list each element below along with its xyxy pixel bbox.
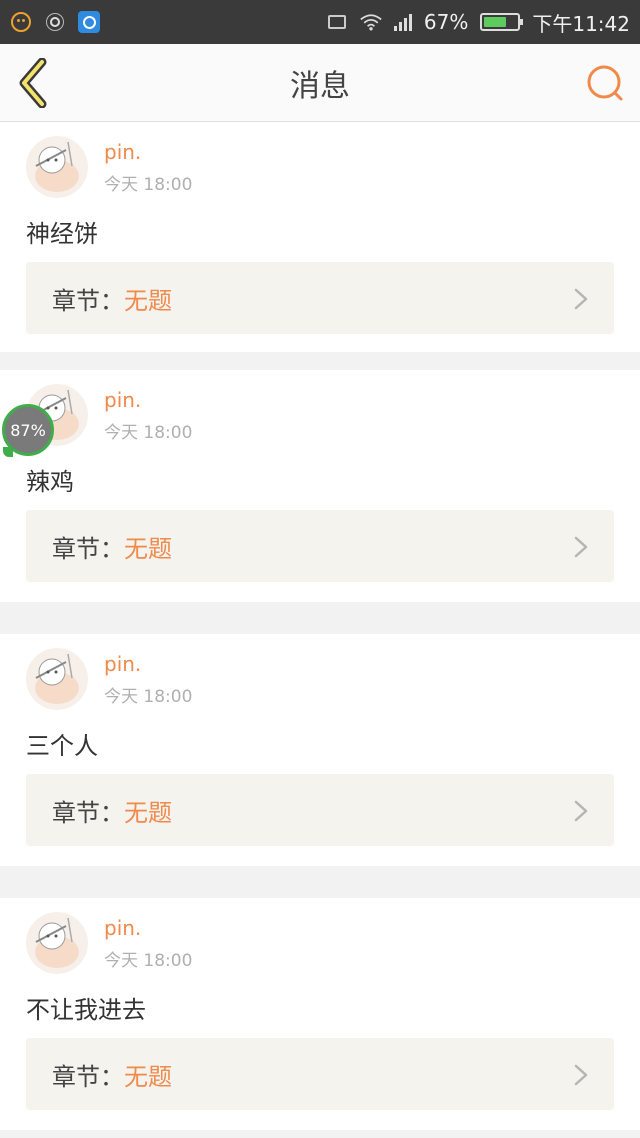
message-text: 不让我进去 <box>26 996 146 1024</box>
message-text: 三个人 <box>26 732 98 760</box>
header-bar: 消息 <box>0 44 640 122</box>
chapter-link[interactable]: 章节： 无题 <box>26 1038 614 1110</box>
chapter-label: 章节： <box>52 534 124 563</box>
app-icon <box>78 11 100 33</box>
status-bar-right: 67% 下午11:42 <box>326 8 630 37</box>
message-card: pin. 今天 18:00 三个人 章节： 无题 <box>0 634 640 866</box>
chapter-title: 无题 <box>124 534 172 563</box>
emoji-icon <box>10 11 32 33</box>
message-text: 辣鸡 <box>26 468 74 496</box>
status-bar: 67% 下午11:42 <box>0 0 640 44</box>
timestamp: 今天 18:00 <box>104 951 193 971</box>
avatar[interactable] <box>26 648 88 710</box>
floating-badge[interactable]: 87% <box>2 404 54 457</box>
chapter-title: 无题 <box>124 798 172 827</box>
message-card: pin. 今天 18:00 不让我进去 章节： 无题 <box>0 898 640 1130</box>
battery-percent: 67% <box>423 10 469 34</box>
back-button[interactable] <box>14 57 54 109</box>
status-bar-left <box>10 11 100 33</box>
avatar[interactable] <box>26 136 88 198</box>
chevron-right-icon <box>574 536 588 558</box>
signal-icon <box>393 13 412 31</box>
page-title: 消息 <box>290 68 350 104</box>
message-text: 神经饼 <box>26 220 98 248</box>
clock: 下午11:42 <box>532 11 630 36</box>
search-button[interactable] <box>586 64 624 102</box>
chevron-right-icon <box>574 800 588 822</box>
chapter-link[interactable]: 章节： 无题 <box>26 262 614 334</box>
message-card: pin. 今天 18:00 神经饼 章节： 无题 <box>0 122 640 352</box>
search-icon <box>587 65 623 101</box>
brightness-icon <box>44 11 66 33</box>
timestamp: 今天 18:00 <box>104 687 193 707</box>
message-card: pin. 今天 18:00 辣鸡 章节： 无题 <box>0 370 640 602</box>
chapter-title: 无题 <box>124 286 172 315</box>
chapter-label: 章节： <box>52 1062 124 1091</box>
chevron-right-icon <box>574 1064 588 1086</box>
battery-icon <box>480 13 524 31</box>
username[interactable]: pin. <box>104 388 141 412</box>
wifi-icon <box>360 11 382 33</box>
timestamp: 今天 18:00 <box>104 423 193 443</box>
username[interactable]: pin. <box>104 140 141 164</box>
username[interactable]: pin. <box>104 916 141 940</box>
username[interactable]: pin. <box>104 652 141 676</box>
avatar[interactable] <box>26 912 88 974</box>
chapter-title: 无题 <box>124 1062 172 1091</box>
chevron-left-icon <box>19 57 47 109</box>
cast-icon <box>326 11 348 33</box>
chapter-label: 章节： <box>52 798 124 827</box>
chapter-label: 章节： <box>52 286 124 315</box>
chevron-right-icon <box>574 288 588 310</box>
chapter-link[interactable]: 章节： 无题 <box>26 510 614 582</box>
timestamp: 今天 18:00 <box>104 175 193 195</box>
message-list: pin. 今天 18:00 神经饼 章节： 无题 pin. 今天 18:00 辣… <box>0 122 640 1138</box>
chapter-link[interactable]: 章节： 无题 <box>26 774 614 846</box>
